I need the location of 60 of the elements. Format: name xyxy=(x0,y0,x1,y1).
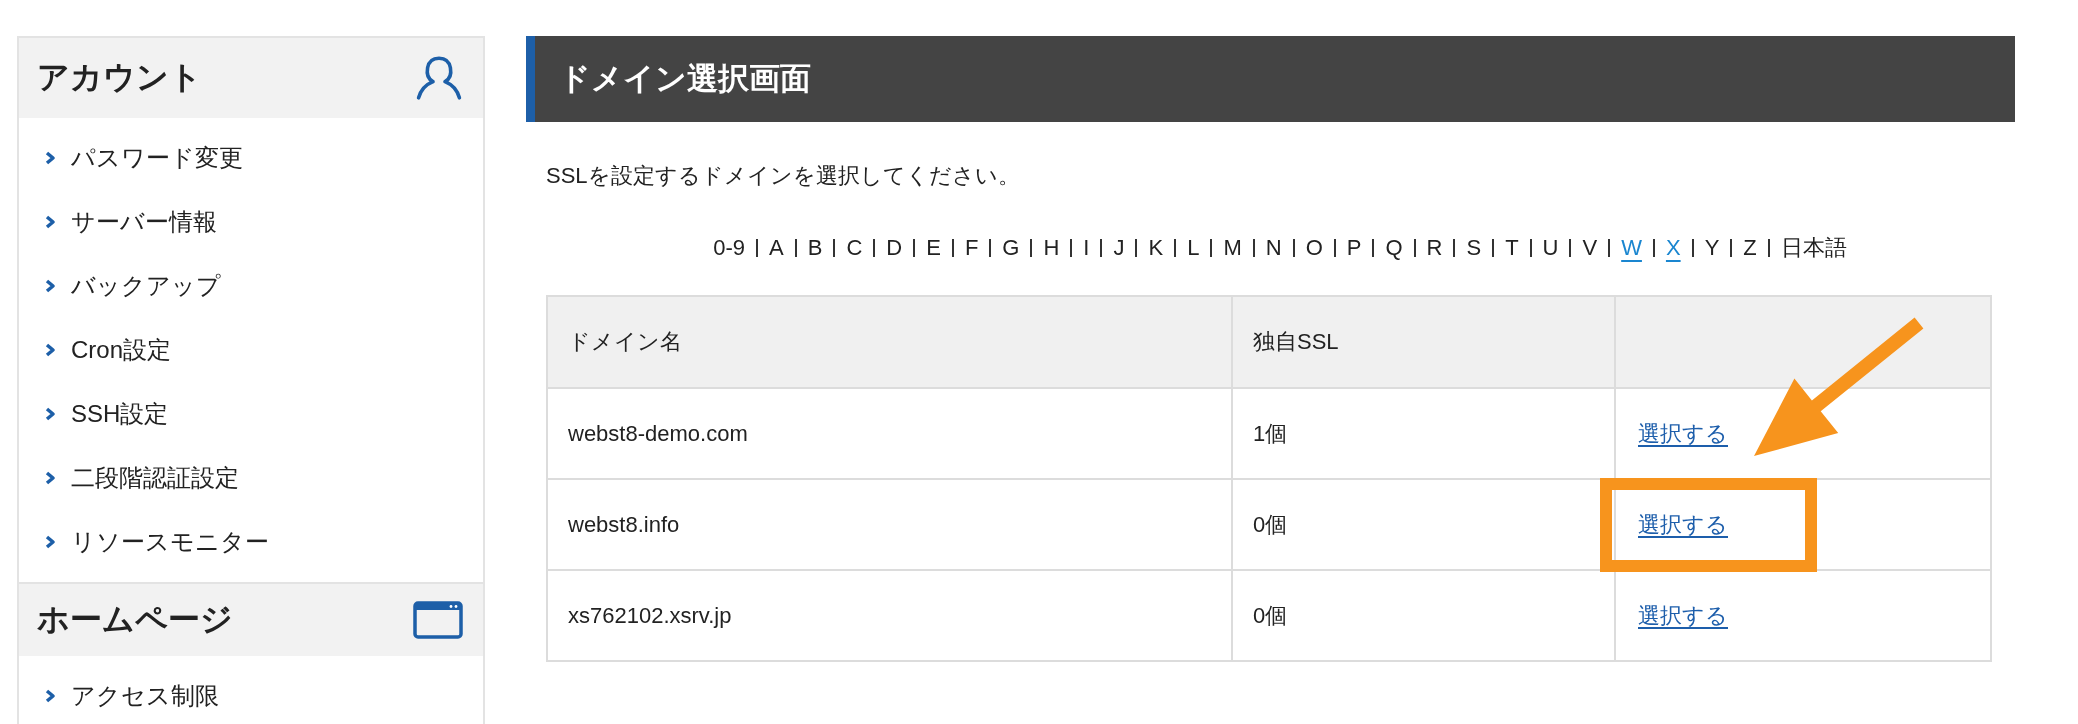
column-header: ドメイン名 xyxy=(547,296,1232,388)
table-cell: xs762102.xsrv.jp xyxy=(547,570,1232,661)
chevron-icon xyxy=(45,407,55,421)
index-label: 0-9 xyxy=(712,234,747,262)
page-title: ドメイン選択画面 xyxy=(559,60,811,98)
select-link[interactable]: 選択する xyxy=(1638,602,1728,628)
sidebar-link[interactable]: アクセス制限 xyxy=(19,664,483,724)
table-cell: webst8-demo.com xyxy=(547,388,1232,479)
sidebar-link[interactable]: Cron設定 xyxy=(19,318,483,382)
index-label: G xyxy=(1001,234,1021,262)
index-label: Q xyxy=(1384,234,1404,262)
index-label: T xyxy=(1504,234,1520,262)
sidebar-link[interactable]: バックアップ xyxy=(19,254,483,318)
index-label: 日本語 xyxy=(1779,234,1848,262)
index-label: I xyxy=(1082,234,1091,262)
index-label: C xyxy=(845,234,864,262)
index-label: U xyxy=(1541,234,1560,262)
select-link[interactable]: 選択する xyxy=(1638,420,1728,446)
index-label: O xyxy=(1304,234,1324,262)
index-label: M xyxy=(1222,234,1243,262)
section-title: アカウント xyxy=(37,58,202,97)
index-label: N xyxy=(1264,234,1283,262)
chevron-icon xyxy=(45,279,55,293)
window-icon xyxy=(413,601,463,639)
index-label: Y xyxy=(1703,234,1721,262)
table-cell: 0個 xyxy=(1232,570,1615,661)
chevron-icon xyxy=(45,151,55,165)
table-cell: webst8.info xyxy=(547,479,1232,570)
chevron-icon xyxy=(45,215,55,229)
instruction-text: SSLを設定するドメインを選択してください。 xyxy=(546,162,1020,190)
index-label: Z xyxy=(1742,234,1758,262)
index-label: K xyxy=(1147,234,1165,262)
user-icon xyxy=(415,55,463,101)
index-label: R xyxy=(1425,234,1444,262)
index-label: B xyxy=(806,234,824,262)
index-label: J xyxy=(1112,234,1126,262)
sidebar-link[interactable]: SSH設定 xyxy=(19,382,483,446)
table-cell: 1個 xyxy=(1232,388,1615,479)
chevron-icon xyxy=(45,535,55,549)
index-label: L xyxy=(1186,234,1201,262)
column-header: 独自SSL xyxy=(1232,296,1615,388)
sidebar-link[interactable]: 二段階認証設定 xyxy=(19,446,483,510)
index-label: A xyxy=(768,234,785,262)
index-link[interactable]: X xyxy=(1654,233,1692,263)
sidebar-link[interactable]: サーバー情報 xyxy=(19,190,483,254)
index-label: H xyxy=(1042,234,1061,262)
sidebar-link[interactable]: パスワード変更 xyxy=(19,126,483,190)
index-label: F xyxy=(963,234,980,262)
index-label: E xyxy=(925,234,942,262)
index-label: P xyxy=(1345,234,1363,262)
chevron-icon xyxy=(45,689,55,703)
chevron-icon xyxy=(45,471,55,485)
sidebar-link[interactable]: リソースモニター xyxy=(19,510,483,574)
index-label: V xyxy=(1581,234,1599,262)
index-label: D xyxy=(885,234,904,262)
index-link[interactable]: W xyxy=(1610,233,1653,263)
index-label: S xyxy=(1465,234,1483,262)
section-title: ホームページ xyxy=(37,600,233,639)
select-link[interactable]: 選択する xyxy=(1638,511,1728,537)
chevron-icon xyxy=(45,343,55,357)
